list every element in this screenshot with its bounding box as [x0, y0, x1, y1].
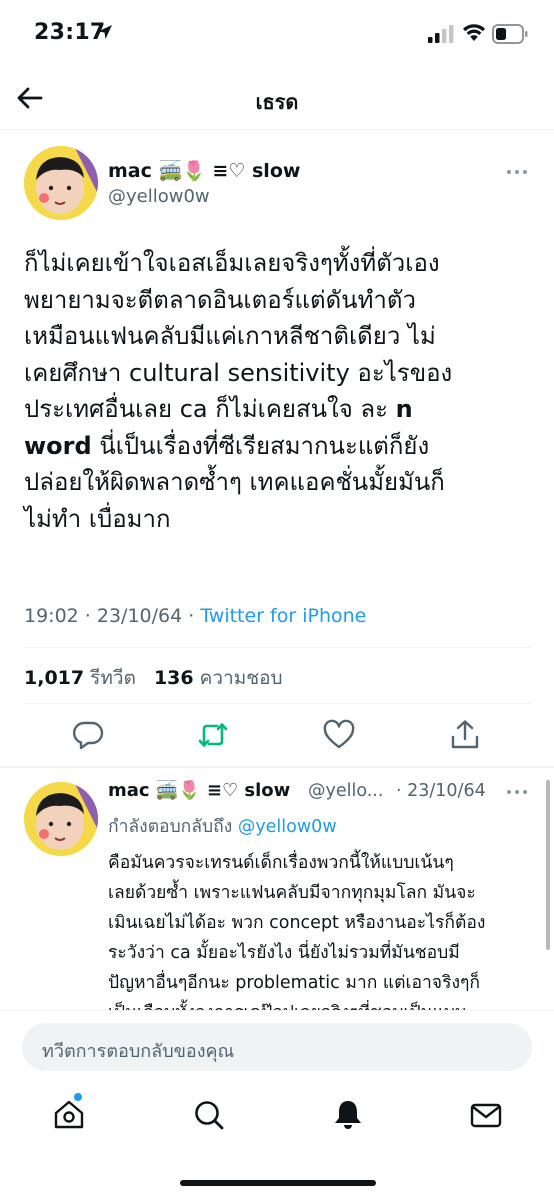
home-badge-dot	[74, 1093, 82, 1101]
compose-bar: ทวีตการตอบกลับของคุณ	[0, 1010, 554, 1080]
tweet-text-line: เหมือนแฟนคลับมีแค่เกาหลีชาติเดียว ไม่	[24, 322, 436, 350]
replying-to: กำลังตอบกลับถึง @yellow0w	[108, 812, 337, 840]
reply-text-line: ระวังว่า ca มั้ยอะไรยังไง นี่ยังไม่รวมที…	[108, 943, 460, 963]
retweet-count[interactable]: 1,017	[24, 667, 84, 689]
tweet-text-line: ปล่อยให้ผิดพลาดซ้ำๆ เทคแอคชั่นมั้ยมันก็	[24, 468, 445, 496]
tweet-text: ก็ไม่เคยเข้าใจเอสเอ็มเลยจริงๆทั้งที่ตัวเ…	[24, 245, 534, 537]
like-label[interactable]: ความชอบ	[200, 667, 283, 689]
reply-text-line: เลยด้วยซ้ำ เพราะแฟนคลับมีจากทุกมุมโลก มั…	[108, 883, 476, 903]
tweet-text-line: ประเทศอื่นเลย ca ก็ไม่เคยสนใจ ละ n	[24, 391, 534, 428]
tweet-text-line: word นี่เป็นเรื่องที่ซีเรียสมากนะแต่ก็ยั…	[24, 428, 534, 465]
more-icon[interactable]	[507, 787, 531, 797]
reply-input[interactable]: ทวีตการตอบกลับของคุณ	[22, 1023, 532, 1071]
signal-icon	[428, 25, 454, 43]
tweet-text-line: ก็ไม่เคยเข้าใจเอสเอ็มเลยจริงๆทั้งที่ตัวเ…	[24, 249, 440, 277]
search-icon[interactable]	[192, 1098, 226, 1132]
tweet-text-fragment: นี่เป็นเรื่องที่ซีเรียสมากนะแต่ก็ยัง	[91, 431, 430, 460]
battery-icon	[492, 24, 528, 44]
reply-avatar[interactable]	[24, 782, 98, 856]
tweet-timestamp: 19:02 · 23/10/64 ·	[24, 605, 201, 627]
tweet-text-fragment: ประเทศอื่นเลย ca ก็ไม่เคยสนใจ ละ	[24, 395, 396, 423]
reply-date: · 23/10/64	[396, 781, 486, 801]
tweet-text-bold: n	[395, 395, 413, 423]
status-bar: 23:17	[0, 0, 554, 70]
share-icon[interactable]	[448, 718, 482, 752]
tweet-text-line: ไม่ทำ เบื่อมาก	[24, 504, 171, 533]
thread-separator	[0, 766, 554, 768]
display-name[interactable]: mac 🚎🌷 ≡♡ slow	[108, 159, 300, 182]
reply-input-placeholder: ทวีตการตอบกลับของคุณ	[42, 1041, 235, 1062]
thread-header: เธรด	[0, 70, 554, 130]
reply-user-handle[interactable]: @yello...	[308, 781, 383, 801]
divider	[24, 703, 530, 704]
like-icon[interactable]	[322, 718, 356, 752]
page-title: เธรด	[255, 90, 299, 114]
reply-text-line: ปัญหาอื่นๆอีกนะ problematic มาก แต่เอาจร…	[108, 973, 481, 993]
tweet-stats: 1,017 รีทวีต 136 ความชอบ	[24, 663, 295, 693]
tweet-text-line: พยายามจะตีตลาดอินเตอร์แต่ดันทำตัว	[24, 285, 416, 314]
user-handle[interactable]: @yellow0w	[108, 186, 210, 207]
more-icon[interactable]	[507, 167, 531, 177]
tweet-source-link[interactable]: Twitter for iPhone	[200, 605, 366, 627]
reply-display-name[interactable]: mac 🚎🌷 ≡♡ slow	[108, 780, 290, 801]
location-arrow-icon	[96, 23, 114, 41]
wifi-icon	[462, 22, 486, 42]
avatar[interactable]	[24, 146, 98, 220]
replying-to-handle[interactable]: @yellow0w	[238, 817, 337, 837]
tweet-meta: 19:02 · 23/10/64 · Twitter for iPhone	[24, 605, 366, 627]
messages-icon[interactable]	[469, 1098, 503, 1132]
tweet-text-bold: word	[24, 431, 92, 460]
divider	[24, 647, 530, 648]
home-icon[interactable]	[52, 1098, 86, 1132]
scrollbar[interactable]	[546, 780, 550, 950]
reply-text-line: คือมันควรจะเทรนด์เด็กเรื่องพวกนี้ให้แบบเ…	[108, 853, 454, 873]
reply-text: คือมันควรจะเทรนด์เด็กเรื่องพวกนี้ให้แบบเ…	[108, 848, 528, 1028]
status-time: 23:17	[34, 20, 106, 45]
replying-label: กำลังตอบกลับถึง	[108, 817, 238, 837]
reply-text-line: เมินเฉยไม่ได้อะ พวก concept หรืองานอะไรก…	[108, 913, 486, 933]
home-indicator	[180, 1180, 376, 1186]
reply-icon[interactable]	[71, 718, 105, 752]
tweet-text-line: เคยศึกษา cultural sensitivity อะไรของ	[24, 358, 453, 387]
like-count[interactable]: 136	[154, 667, 194, 689]
retweet-label[interactable]: รีทวีต	[90, 667, 136, 689]
notifications-icon[interactable]	[331, 1098, 365, 1132]
retweet-icon[interactable]	[196, 718, 230, 752]
